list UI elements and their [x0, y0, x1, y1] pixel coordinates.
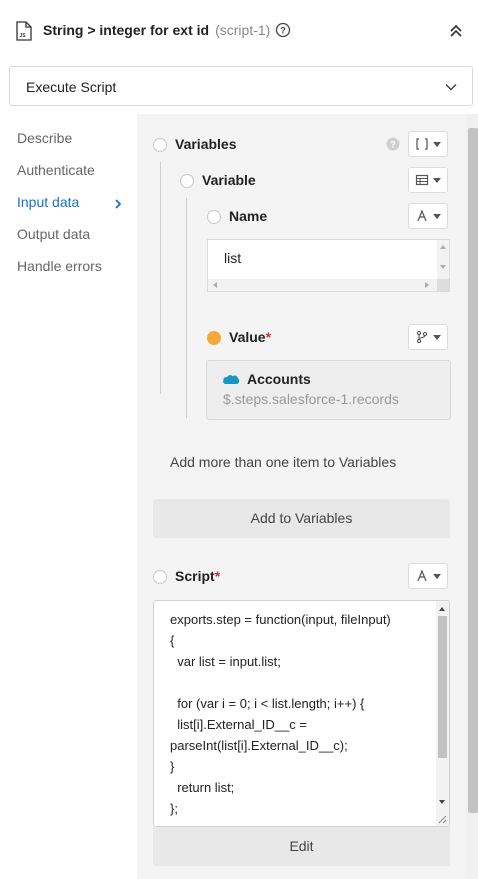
- step-title: String > integer for ext id (script-1): [43, 22, 270, 38]
- value-mapped-card[interactable]: Accounts $.steps.salesforce-1.records: [206, 360, 451, 420]
- tree-line: [186, 198, 187, 418]
- sidebar-item-output-data[interactable]: Output data: [17, 226, 90, 242]
- value-radio[interactable]: [207, 331, 221, 345]
- collapse-icon[interactable]: [449, 24, 463, 38]
- script-radio[interactable]: [153, 570, 167, 584]
- svg-text:?: ?: [390, 140, 396, 150]
- value-label-text: Value: [229, 329, 266, 345]
- code-line: {: [170, 633, 175, 648]
- code-line: };: [170, 801, 178, 816]
- svg-text:JS: JS: [20, 33, 27, 39]
- text-icon: [417, 569, 427, 582]
- table-icon: [415, 174, 429, 186]
- tree-line: [160, 162, 161, 394]
- value-type-button[interactable]: [408, 324, 448, 350]
- code-line: }: [170, 759, 175, 774]
- scroll-corner: [437, 279, 449, 291]
- scroll-up-icon[interactable]: [438, 606, 446, 612]
- code-line: var list = input.list;: [170, 654, 281, 669]
- sidebar-item-input-data[interactable]: Input data: [17, 194, 79, 210]
- scroll-left-icon[interactable]: [212, 281, 218, 289]
- step-header: JS String > integer for ext id (script-1)…: [0, 0, 478, 62]
- page-scroll-thumb[interactable]: [468, 128, 478, 813]
- variables-label: Variables: [175, 136, 237, 152]
- value-label: Value*: [229, 329, 271, 345]
- array-icon: [416, 138, 428, 150]
- name-type-button[interactable]: [408, 203, 448, 229]
- step-id: (script-1): [215, 22, 271, 38]
- variables-type-button[interactable]: [408, 131, 448, 157]
- script-editor[interactable]: exports.step = function(input, fileInput…: [153, 600, 450, 827]
- edit-script-button[interactable]: Edit: [153, 827, 450, 866]
- dropdown-caret-icon: [433, 574, 441, 579]
- dropdown-caret-icon: [433, 178, 441, 183]
- add-more-hint: Add more than one item to Variables: [170, 454, 397, 470]
- chevron-right-icon: [115, 199, 122, 209]
- script-type-button[interactable]: [408, 563, 448, 589]
- script-label-text: Script: [175, 568, 215, 584]
- svg-text:?: ?: [280, 26, 286, 36]
- action-select[interactable]: Execute Script: [9, 66, 473, 106]
- scroll-down-icon[interactable]: [439, 264, 447, 270]
- variable-label: Variable: [202, 172, 256, 188]
- code-line: return list;: [170, 780, 235, 795]
- dropdown-caret-icon: [433, 214, 441, 219]
- script-scrollbar[interactable]: [436, 601, 449, 826]
- required-mark: *: [214, 568, 221, 584]
- name-input-value: list: [224, 250, 242, 266]
- code-line: parseInt(list[i].External_ID__c);: [170, 738, 348, 753]
- sidebar-item-describe[interactable]: Describe: [17, 130, 72, 146]
- variable-radio[interactable]: [180, 174, 194, 188]
- help-icon[interactable]: ?: [275, 22, 291, 38]
- code-line: list[i].External_ID__c =: [170, 717, 307, 732]
- help-icon[interactable]: ?: [386, 137, 400, 151]
- name-input-scrollbar[interactable]: [437, 240, 449, 280]
- variables-radio[interactable]: [153, 138, 167, 152]
- code-line: exports.step = function(input, fileInput…: [170, 612, 391, 627]
- value-card-title: Accounts: [247, 371, 311, 387]
- add-to-variables-button[interactable]: Add to Variables: [153, 499, 450, 538]
- scroll-down-icon[interactable]: [438, 799, 446, 805]
- name-input-hscrollbar[interactable]: [208, 279, 437, 291]
- scroll-right-icon[interactable]: [424, 281, 430, 289]
- resize-handle-icon[interactable]: [437, 814, 447, 824]
- dropdown-caret-icon: [433, 142, 441, 147]
- dropdown-caret-icon: [433, 335, 441, 340]
- name-input[interactable]: list: [207, 239, 450, 292]
- sidebar-item-handle-errors[interactable]: Handle errors: [17, 258, 102, 274]
- chevron-down-icon: [445, 83, 457, 91]
- code-line: for (var i = 0; i < list.length; i++) {: [170, 696, 365, 711]
- text-icon: [417, 209, 427, 222]
- sidebar-item-authenticate[interactable]: Authenticate: [17, 162, 95, 178]
- name-radio[interactable]: [207, 210, 221, 224]
- script-label: Script*: [175, 568, 220, 584]
- action-select-value: Execute Script: [26, 79, 117, 95]
- required-mark: *: [265, 329, 272, 345]
- scroll-thumb[interactable]: [438, 616, 447, 758]
- value-card-path: $.steps.salesforce-1.records: [223, 391, 399, 407]
- name-label: Name: [229, 208, 268, 224]
- salesforce-cloud-icon: [223, 375, 240, 384]
- step-title-text: String > integer for ext id: [43, 22, 210, 38]
- js-file-icon: JS: [16, 21, 32, 41]
- variable-type-button[interactable]: [408, 167, 448, 193]
- scroll-up-icon[interactable]: [439, 244, 447, 250]
- branch-icon: [416, 330, 428, 344]
